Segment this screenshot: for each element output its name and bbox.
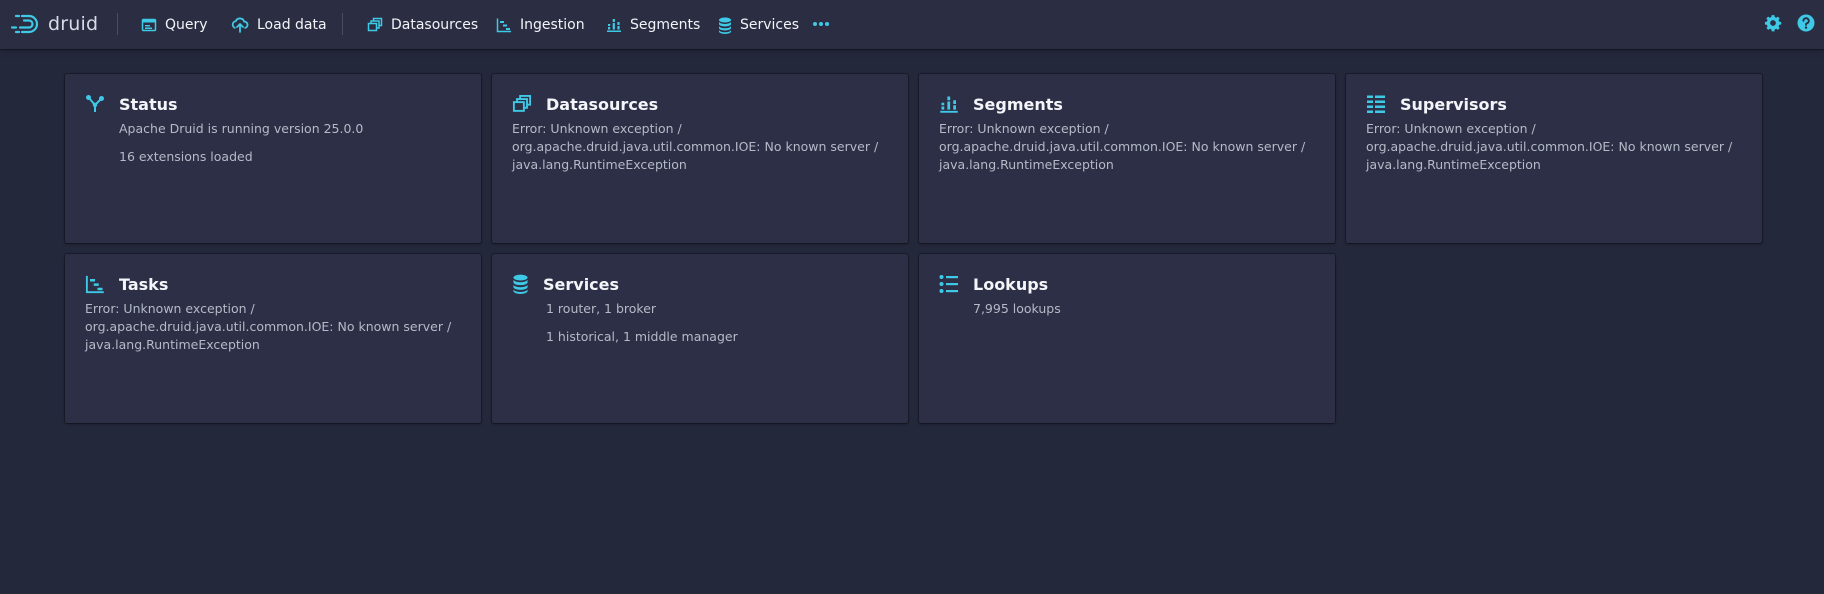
status-extensions-text: 16 extensions loaded xyxy=(119,149,253,164)
services-routers-text: 1 router, 1 broker xyxy=(546,301,657,316)
database-icon xyxy=(719,17,731,34)
card-body: 7,995 lookups xyxy=(973,300,1061,328)
datasources-card-header: Datasources xyxy=(512,94,658,114)
tasks-card[interactable]: Tasks Error: Unknown exception / org.apa… xyxy=(65,254,481,423)
nav-ingestion-label: Ingestion xyxy=(520,17,585,33)
nav-segments-button[interactable]: Segments xyxy=(606,12,700,38)
nav-query-label: Query xyxy=(165,17,208,33)
card-title: Status xyxy=(119,94,178,114)
status-icon xyxy=(86,95,104,112)
segments-card[interactable]: Segments Error: Unknown exception / org.… xyxy=(919,74,1335,243)
more-icon xyxy=(813,22,829,26)
card-body: 1 router, 1 broker 1 historical, 1 middl… xyxy=(546,300,738,356)
card-body: Error: Unknown exception / org.apache.dr… xyxy=(85,300,465,364)
datasources-error-text: Error: Unknown exception / org.apache.dr… xyxy=(512,121,879,172)
list-columns-icon xyxy=(1367,95,1385,113)
nav-services-button[interactable]: Services xyxy=(718,12,799,38)
status-version-text: Apache Druid is running version 25.0.0 xyxy=(119,121,364,136)
stacked-chart-icon xyxy=(940,96,958,113)
nav-ingestion-button[interactable]: Ingestion xyxy=(496,12,585,38)
nav-datasources-label: Datasources xyxy=(391,17,479,33)
card-body: Error: Unknown exception / org.apache.dr… xyxy=(1366,120,1746,184)
nav-segments-label: Segments xyxy=(630,17,701,33)
druid-logo[interactable]: druid xyxy=(10,10,98,38)
cloud-upload-icon xyxy=(231,17,249,33)
gantt-chart-icon xyxy=(496,18,511,33)
gear-icon xyxy=(1764,15,1782,32)
help-button[interactable] xyxy=(1797,14,1817,34)
database-icon xyxy=(513,274,528,294)
supervisors-card-header: Supervisors xyxy=(1366,94,1507,114)
help-icon xyxy=(1797,14,1815,32)
segments-card-header: Segments xyxy=(939,94,1063,114)
supervisors-error-text: Error: Unknown exception / org.apache.dr… xyxy=(1366,121,1733,172)
lookups-card-header: Lookups xyxy=(939,274,1048,294)
tasks-card-header: Tasks xyxy=(85,274,168,294)
datasources-icon xyxy=(367,17,383,32)
services-card-header: Services xyxy=(512,274,619,294)
logo-text: druid xyxy=(48,13,99,35)
card-body: Apache Druid is running version 25.0.0 1… xyxy=(119,120,363,176)
nav-query-button[interactable]: Query xyxy=(141,12,208,38)
nav-datasources-button[interactable]: Datasources xyxy=(367,12,478,38)
gantt-chart-icon xyxy=(85,275,104,294)
card-title: Lookups xyxy=(973,274,1049,294)
status-card[interactable]: Status Apache Druid is running version 2… xyxy=(65,74,481,243)
card-title: Datasources xyxy=(546,94,659,114)
application-icon xyxy=(141,18,157,32)
druid-logo-icon xyxy=(10,14,39,34)
tasks-error-text: Error: Unknown exception / org.apache.dr… xyxy=(85,301,452,352)
stacked-chart-icon xyxy=(607,19,621,32)
navbar-divider xyxy=(117,13,118,35)
lookups-count-text: 7,995 lookups xyxy=(973,301,1061,316)
services-historicals-text: 1 historical, 1 middle manager xyxy=(546,329,738,344)
lookups-card[interactable]: Lookups 7,995 lookups xyxy=(919,254,1335,423)
datasources-icon xyxy=(512,94,532,112)
properties-icon xyxy=(939,275,958,293)
settings-button[interactable] xyxy=(1764,14,1784,34)
navbar-divider xyxy=(342,13,343,35)
top-navbar: druid Query Load data Datasources Ingest… xyxy=(0,0,1824,49)
card-title: Tasks xyxy=(119,274,169,294)
datasources-card[interactable]: Datasources Error: Unknown exception / o… xyxy=(492,74,908,243)
card-title: Supervisors xyxy=(1400,94,1507,114)
card-body: Error: Unknown exception / org.apache.dr… xyxy=(512,120,892,184)
nav-services-label: Services xyxy=(740,17,800,33)
segments-error-text: Error: Unknown exception / org.apache.dr… xyxy=(939,121,1306,172)
services-card[interactable]: Services 1 router, 1 broker 1 historical… xyxy=(492,254,908,423)
nav-load-data-label: Load data xyxy=(257,17,327,33)
nav-load-data-button[interactable]: Load data xyxy=(231,12,327,38)
more-button[interactable] xyxy=(810,13,832,35)
card-title: Segments xyxy=(973,94,1063,114)
card-title: Services xyxy=(543,274,620,294)
supervisors-card[interactable]: Supervisors Error: Unknown exception / o… xyxy=(1346,74,1762,243)
card-body: Error: Unknown exception / org.apache.dr… xyxy=(939,120,1319,184)
status-card-header: Status xyxy=(85,94,178,114)
